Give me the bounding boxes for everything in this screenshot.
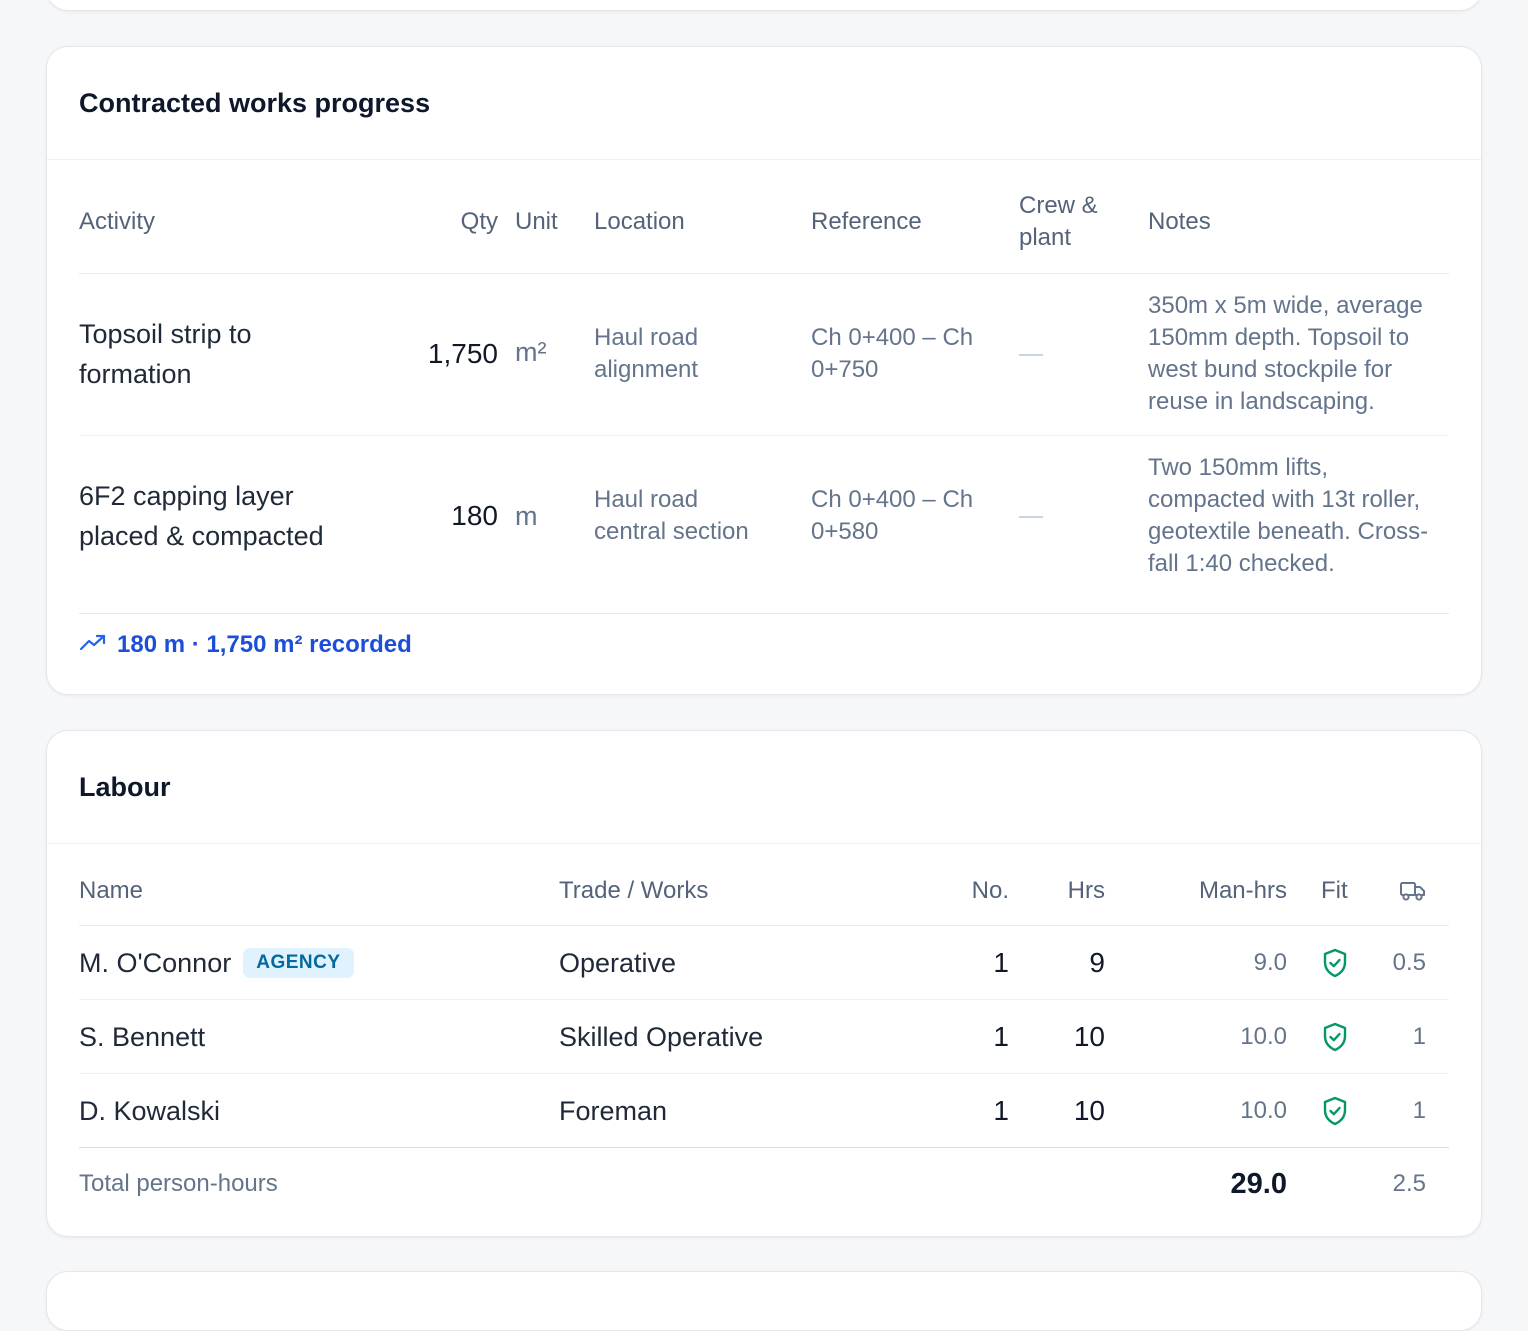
col-qty: Qty <box>460 208 498 235</box>
crew-empty-dash <box>1019 516 1043 518</box>
col-trade: Trade / Works <box>559 877 709 904</box>
shield-check-icon <box>1321 926 1349 1000</box>
notes-cell: Two 150mm lifts, compacted with 13t roll… <box>1148 452 1468 580</box>
notes-line: 350m x 5m wide, average <box>1148 292 1423 319</box>
col-reference: Reference <box>811 208 922 235</box>
trade-cell: Foreman <box>559 1095 668 1126</box>
location-line: Haul road <box>594 486 699 513</box>
reference-line: 0+580 <box>811 518 879 545</box>
shield-check-icon <box>1321 1074 1349 1148</box>
total-label: Total person-hours <box>79 1170 278 1197</box>
reference-cell: Ch 0+400 – Ch 0+580 <box>811 484 973 548</box>
name-cell: M. O'Connor AGENCY <box>79 926 354 1000</box>
table-row[interactable]: Topsoil strip to formation 1,750 m² Haul… <box>79 274 1449 436</box>
col-crew-line2: plant <box>1019 224 1072 251</box>
qty-cell: 180 <box>451 500 498 531</box>
col-fit: Fit <box>1321 877 1348 904</box>
reference-line: Ch 0+400 – Ch <box>811 324 974 351</box>
activity-line: Topsoil strip to <box>79 319 252 349</box>
trade-cell: Operative <box>559 947 677 978</box>
worker-name: S. Bennett <box>79 1021 206 1052</box>
notes-cell: 350m x 5m wide, average 150mm depth. Top… <box>1148 290 1458 418</box>
worker-name: D. Kowalski <box>79 1095 221 1126</box>
reference-line: 0+750 <box>811 356 879 383</box>
reference-line: Ch 0+400 – Ch <box>811 486 974 513</box>
col-location: Location <box>594 208 685 235</box>
vehicle-cell: 1 <box>1412 1023 1426 1050</box>
vehicle-cell: 1 <box>1412 1097 1426 1124</box>
worker-name: M. O'Connor <box>79 947 232 978</box>
labour-card-title: Labour <box>79 771 171 802</box>
works-summary-text: 180 m · 1,750 m² recorded <box>117 631 412 658</box>
unit-cell: m <box>515 501 538 531</box>
works-card-title: Contracted works progress <box>79 87 431 118</box>
activity-cell: 6F2 capping layer placed & compacted <box>79 476 399 556</box>
name-cell: S. Bennett <box>79 1000 205 1074</box>
no-cell: 1 <box>993 947 1009 978</box>
name-cell: D. Kowalski <box>79 1074 220 1148</box>
hrs-cell: 10 <box>1073 1095 1105 1126</box>
total-manhrs: 29.0 <box>1230 1167 1287 1200</box>
works-summary: 180 m · 1,750 m² recorded <box>79 631 412 659</box>
trending-up-icon <box>79 631 107 659</box>
works-progress-card: Contracted works progress Activity Qty U… <box>46 46 1482 695</box>
no-cell: 1 <box>993 1021 1009 1052</box>
shield-check-icon <box>1321 1000 1349 1074</box>
location-line: central section <box>594 518 749 545</box>
col-hrs: Hrs <box>1067 877 1105 904</box>
location-cell: Haul road alignment <box>594 322 698 386</box>
manhrs-cell: 10.0 <box>1240 1097 1287 1124</box>
trade-cell: Skilled Operative <box>559 1021 764 1052</box>
col-activity: Activity <box>79 208 156 235</box>
col-crew-line1: Crew & <box>1019 192 1098 219</box>
location-cell: Haul road central section <box>594 484 749 548</box>
activity-cell: Topsoil strip to formation <box>79 314 399 394</box>
previous-card <box>46 0 1482 11</box>
notes-line: compacted with 13t roller, <box>1148 486 1421 513</box>
labour-card-header: Labour <box>47 731 1481 844</box>
works-card-header: Contracted works progress <box>47 47 1481 160</box>
labour-table-header: Name Trade / Works No. Hrs Man-hrs Fit <box>79 844 1449 926</box>
total-vehicle: 2.5 <box>1392 1170 1426 1197</box>
labour-card: Labour Name Trade / Works No. Hrs Man-hr… <box>46 730 1482 1237</box>
qty-cell: 1,750 <box>427 338 498 369</box>
hrs-cell: 9 <box>1089 947 1105 978</box>
reference-cell: Ch 0+400 – Ch 0+750 <box>811 322 973 386</box>
col-no: No. <box>971 877 1009 904</box>
table-row[interactable]: S. Bennett Skilled Operative 1 10 10.0 1 <box>79 1000 1449 1074</box>
col-notes: Notes <box>1148 208 1211 235</box>
table-row[interactable]: M. O'Connor AGENCY Operative 1 9 9.0 0.5 <box>79 926 1449 1000</box>
next-card <box>46 1271 1482 1331</box>
notes-line: fall 1:40 checked. <box>1148 550 1335 577</box>
notes-line: reuse in landscaping. <box>1148 388 1375 415</box>
works-table: Activity Qty Unit Location Reference Cre… <box>47 160 1481 614</box>
notes-line: west bund stockpile for <box>1148 356 1393 383</box>
truck-icon <box>1399 880 1427 907</box>
location-line: Haul road <box>594 324 699 351</box>
manhrs-cell: 9.0 <box>1253 949 1287 976</box>
location-line: alignment <box>594 356 699 383</box>
activity-line: placed & compacted <box>79 521 324 551</box>
manhrs-cell: 10.0 <box>1240 1023 1287 1050</box>
no-cell: 1 <box>993 1095 1009 1126</box>
col-manhrs: Man-hrs <box>1198 877 1287 904</box>
col-crew-plant: Crew & plant <box>1019 190 1098 254</box>
unit-cell: m² <box>515 337 547 367</box>
notes-line: 150mm depth. Topsoil to <box>1148 324 1410 351</box>
agency-badge: AGENCY <box>243 948 354 978</box>
hrs-cell: 10 <box>1073 1021 1105 1052</box>
labour-table: Name Trade / Works No. Hrs Man-hrs Fit M… <box>47 844 1481 1220</box>
notes-line: Two 150mm lifts, <box>1148 454 1329 481</box>
notes-line: geotextile beneath. Cross- <box>1148 518 1429 545</box>
table-row[interactable]: D. Kowalski Foreman 1 10 10.0 1 <box>79 1074 1449 1148</box>
works-table-header: Activity Qty Unit Location Reference Cre… <box>79 160 1449 274</box>
activity-line: 6F2 capping layer <box>79 481 294 511</box>
vehicle-cell: 0.5 <box>1392 949 1426 976</box>
total-row: Total person-hours 29.0 2.5 <box>79 1148 1449 1220</box>
col-name: Name <box>79 877 144 904</box>
table-row[interactable]: 6F2 capping layer placed & compacted 180… <box>79 436 1449 614</box>
crew-empty-dash <box>1019 354 1043 356</box>
col-unit: Unit <box>515 208 558 235</box>
activity-line: formation <box>79 359 192 389</box>
